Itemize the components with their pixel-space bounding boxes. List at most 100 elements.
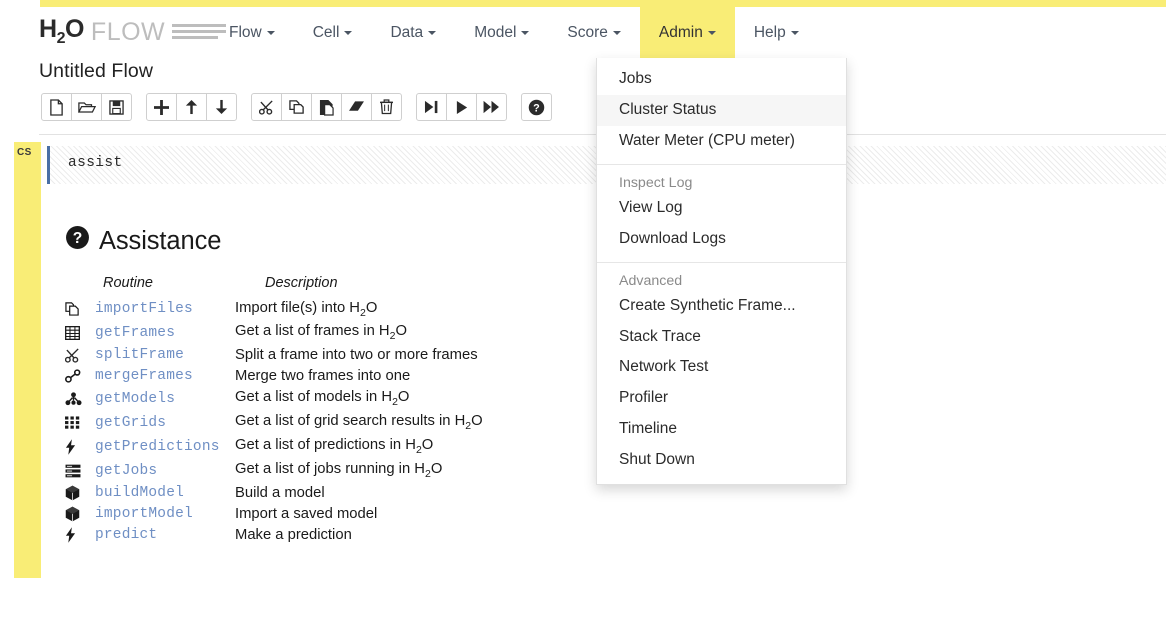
routine-link-label[interactable]: importModel bbox=[95, 506, 193, 522]
run-cell-button[interactable] bbox=[446, 93, 477, 121]
routine-link-label[interactable]: splitFrame bbox=[95, 347, 184, 363]
routine-link-mergeFrames[interactable]: mergeFrames bbox=[95, 366, 235, 387]
menu-item-score[interactable]: Score bbox=[548, 7, 640, 58]
toolbar-group-4 bbox=[416, 93, 507, 121]
routines-col-header-routine: Routine bbox=[95, 275, 235, 297]
menu-section-header: Inspect Log bbox=[597, 171, 846, 193]
routine-link-label[interactable]: getFrames bbox=[95, 325, 175, 341]
toolbar-group-3 bbox=[251, 93, 402, 121]
top-accent-strip bbox=[40, 0, 1166, 7]
routine-row: getPredictions Get a list of predictions … bbox=[65, 435, 483, 459]
brand-logo[interactable]: H2O FLOW bbox=[39, 17, 226, 47]
routine-link-getGrids[interactable]: getGrids bbox=[95, 411, 235, 435]
run-and-select-below-button[interactable] bbox=[416, 93, 447, 121]
admin-menu-item-view-log[interactable]: View Log bbox=[597, 193, 846, 224]
toolbar-group-5: ? bbox=[521, 93, 552, 121]
routine-link-label[interactable]: importFiles bbox=[95, 301, 193, 317]
clear-cell-button[interactable] bbox=[341, 93, 372, 121]
admin-menu-item-timeline[interactable]: Timeline bbox=[597, 414, 846, 445]
admin-menu-item-network-test[interactable]: Network Test bbox=[597, 352, 846, 383]
routine-link-getModels[interactable]: getModels bbox=[95, 387, 235, 411]
menu-item-label: Flow bbox=[229, 24, 262, 42]
table-grid-icon bbox=[65, 321, 95, 345]
h2o-flow-app: H2O FLOW Flow Cell Data Model Score AdminHelp… bbox=[0, 0, 1166, 633]
new-flow-button[interactable] bbox=[41, 93, 72, 121]
chevron-down-icon bbox=[613, 31, 621, 35]
routine-description-text: Get a list of predictions in H bbox=[235, 437, 416, 453]
plus-icon bbox=[154, 100, 169, 115]
routines-col-header-description: Description bbox=[235, 275, 483, 297]
menu-item-model[interactable]: Model bbox=[455, 7, 548, 58]
save-flow-button[interactable] bbox=[101, 93, 132, 121]
eraser-icon bbox=[348, 100, 365, 114]
menu-item-label: Data bbox=[390, 24, 423, 42]
routine-row: predict Make a prediction bbox=[65, 525, 483, 546]
routine-description-text: Import file(s) into H bbox=[235, 300, 360, 316]
routine-link-importFiles[interactable]: importFiles bbox=[95, 297, 235, 321]
admin-menu-item-water-meter-cpu-meter[interactable]: Water Meter (CPU meter) bbox=[597, 126, 846, 157]
admin-menu-item-create-synthetic-frame[interactable]: Create Synthetic Frame... bbox=[597, 291, 846, 322]
admin-menu-item-jobs[interactable]: Jobs bbox=[597, 64, 846, 95]
page-title[interactable]: Untitled Flow bbox=[39, 60, 153, 83]
admin-menu-item-stack-trace[interactable]: Stack Trace bbox=[597, 322, 846, 353]
routine-link-label[interactable]: getGrids bbox=[95, 415, 166, 431]
menu-item-flow[interactable]: Flow bbox=[210, 7, 294, 58]
routine-link-label[interactable]: getJobs bbox=[95, 463, 157, 479]
routine-description: Import file(s) into H2O bbox=[235, 297, 483, 321]
cut-cell-button[interactable] bbox=[251, 93, 282, 121]
move-cell-down-button[interactable] bbox=[206, 93, 237, 121]
admin-menu-item-download-logs[interactable]: Download Logs bbox=[597, 224, 846, 255]
server-stack-icon bbox=[65, 459, 95, 483]
routine-description: Get a list of frames in H2O bbox=[235, 321, 483, 345]
routine-link-getFrames[interactable]: getFrames bbox=[95, 321, 235, 345]
routine-link-label[interactable]: getModels bbox=[95, 391, 175, 407]
routine-description: Get a list of grid search results in H2O bbox=[235, 411, 483, 435]
routine-link-buildModel[interactable]: buildModel bbox=[95, 483, 235, 504]
folder-open-icon bbox=[78, 100, 96, 115]
routine-link-importModel[interactable]: importModel bbox=[95, 504, 235, 525]
menu-item-label: Score bbox=[567, 24, 608, 42]
routines-table: Routine Description importFiles Import fi… bbox=[65, 275, 483, 546]
assist-help-button[interactable]: ? bbox=[521, 93, 552, 121]
routine-link-label[interactable]: predict bbox=[95, 527, 157, 543]
chevron-down-icon bbox=[708, 31, 716, 35]
menu-separator bbox=[597, 262, 846, 263]
chevron-down-icon bbox=[267, 31, 275, 35]
toolbar-group-1 bbox=[41, 93, 132, 121]
admin-menu-item-profiler[interactable]: Profiler bbox=[597, 383, 846, 414]
routine-description: Make a prediction bbox=[235, 525, 483, 546]
routine-link-splitFrame[interactable]: splitFrame bbox=[95, 345, 235, 366]
routine-description: Merge two frames into one bbox=[235, 366, 483, 387]
routine-link-getJobs[interactable]: getJobs bbox=[95, 459, 235, 483]
play-icon bbox=[455, 100, 469, 115]
delete-cell-button[interactable] bbox=[371, 93, 402, 121]
cell-input-text: assist bbox=[68, 155, 123, 171]
routine-link-label[interactable]: mergeFrames bbox=[95, 368, 193, 384]
routine-link-getPredictions[interactable]: getPredictions bbox=[95, 435, 235, 459]
routine-link-label[interactable]: getPredictions bbox=[95, 439, 220, 455]
admin-menu-item-shut-down[interactable]: Shut Down bbox=[597, 445, 846, 476]
routine-link-label[interactable]: buildModel bbox=[95, 485, 184, 501]
admin-menu-item-cluster-status[interactable]: Cluster Status bbox=[597, 95, 846, 126]
scissors-icon bbox=[259, 100, 275, 115]
copy-cell-button[interactable] bbox=[281, 93, 312, 121]
bolt-icon bbox=[65, 525, 95, 546]
arrow-up-icon bbox=[184, 99, 199, 115]
paste-cell-button[interactable] bbox=[311, 93, 342, 121]
run-all-button[interactable] bbox=[476, 93, 507, 121]
menu-item-admin[interactable]: Admin bbox=[640, 7, 735, 58]
routine-row: getGrids Get a list of grid search result… bbox=[65, 411, 483, 435]
arrow-down-icon bbox=[214, 99, 229, 115]
insert-cell-button[interactable] bbox=[146, 93, 177, 121]
menu-item-cell[interactable]: Cell bbox=[294, 7, 372, 58]
brand-flow-text: FLOW bbox=[91, 20, 165, 45]
admin-dropdown-menu: JobsCluster StatusWater Meter (CPU meter… bbox=[596, 58, 847, 485]
move-cell-up-button[interactable] bbox=[176, 93, 207, 121]
menu-item-data[interactable]: Data bbox=[371, 7, 455, 58]
routine-link-predict[interactable]: predict bbox=[95, 525, 235, 546]
open-flow-button[interactable] bbox=[71, 93, 102, 121]
chevron-down-icon bbox=[344, 31, 352, 35]
routine-description: Get a list of jobs running in H2O bbox=[235, 459, 483, 483]
menu-item-label: Cell bbox=[313, 24, 340, 42]
menu-item-help[interactable]: Help bbox=[735, 7, 818, 58]
